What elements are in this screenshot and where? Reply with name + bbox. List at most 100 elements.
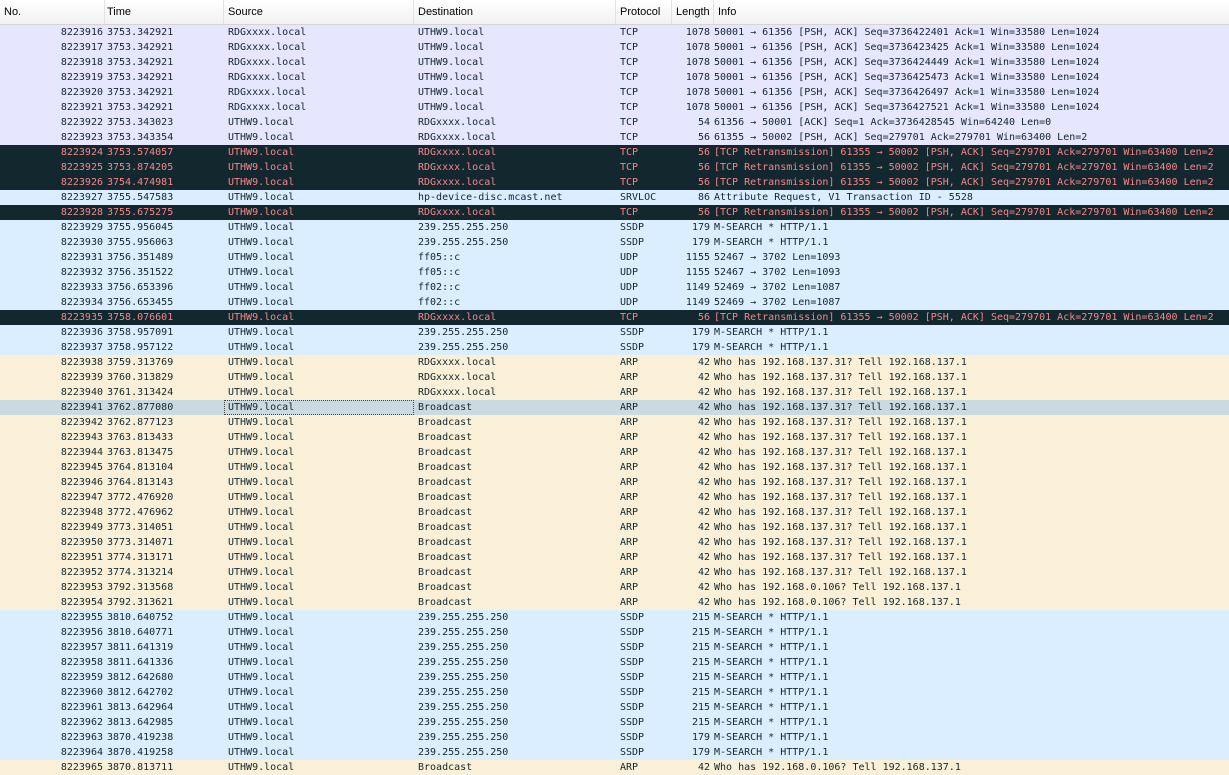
- packet-number: 8223964: [60, 747, 103, 758]
- packet-row[interactable]: 8223923 3753.343354 UTHW9.local RDGxxxx.loc…: [0, 130, 1229, 145]
- packet-row[interactable]: 8223958 3811.641336 UTHW9.local 239.255.255…: [0, 655, 1229, 670]
- packet-row[interactable]: 8223945 3764.813104 UTHW9.local Broadcast AR…: [0, 460, 1229, 475]
- packet-time: 3762.877123: [107, 417, 174, 428]
- packet-row[interactable]: 8223921 3753.342921 RDGxxxx.local UTHW9.loc…: [0, 100, 1229, 115]
- packet-row[interactable]: 8223959 3812.642680 UTHW9.local 239.255.255…: [0, 670, 1229, 685]
- packet-row[interactable]: 8223948 3772.476962 UTHW9.local Broadcast AR…: [0, 505, 1229, 520]
- packet-length: 1155: [685, 267, 710, 278]
- packet-info: Who has 192.168.137.31? Tell 192.168.137…: [714, 567, 967, 578]
- packet-info: Who has 192.168.137.31? Tell 192.168.137…: [714, 477, 967, 488]
- packet-row[interactable]: 8223950 3773.314071 UTHW9.local Broadcast AR…: [0, 535, 1229, 550]
- packet-row[interactable]: 8223964 3870.419258 UTHW9.local 239.255.255…: [0, 745, 1229, 760]
- packet-row-selected[interactable]: 8223941 3762.877080 UTHW9.local Broadcast AR…: [0, 400, 1229, 415]
- packet-source: UTHW9.local: [228, 687, 295, 698]
- packet-protocol: ARP: [620, 477, 639, 488]
- packet-number: 8223948: [60, 507, 103, 518]
- packet-row[interactable]: 8223936 3758.957091 UTHW9.local 239.255.255…: [0, 325, 1229, 340]
- packet-length: 42: [697, 507, 710, 518]
- packet-destination: 239.255.255.250: [418, 612, 509, 623]
- packet-row[interactable]: 8223916 3753.342921 RDGxxxx.local UTHW9.loc…: [0, 25, 1229, 40]
- packet-list[interactable]: No. Time Source Destination Protocol Len…: [0, 0, 1229, 775]
- packet-row[interactable]: 8223963 3870.419238 UTHW9.local 239.255.255…: [0, 730, 1229, 745]
- packet-length: 1078: [685, 87, 710, 98]
- packet-source: UTHW9.local: [228, 762, 295, 773]
- packet-number: 8223929: [60, 222, 103, 233]
- packet-row[interactable]: 8223918 3753.342921 RDGxxxx.local UTHW9.loc…: [0, 55, 1229, 70]
- packet-row[interactable]: 8223961 3813.642964 UTHW9.local 239.255.255…: [0, 700, 1229, 715]
- packet-row[interactable]: 8223922 3753.343023 UTHW9.local RDGxxxx.loc…: [0, 115, 1229, 130]
- packet-row[interactable]: 8223920 3753.342921 RDGxxxx.local UTHW9.loc…: [0, 85, 1229, 100]
- column-header-protocol[interactable]: Protocol: [616, 0, 672, 24]
- packet-length: 42: [697, 432, 710, 443]
- packet-row[interactable]: 8223956 3810.640771 UTHW9.local 239.255.255…: [0, 625, 1229, 640]
- packet-source: RDGxxxx.local: [228, 57, 307, 68]
- packet-row[interactable]: 8223929 3755.956045 UTHW9.local 239.255.255…: [0, 220, 1229, 235]
- packet-row[interactable]: 8223930 3755.956063 UTHW9.local 239.255.255…: [0, 235, 1229, 250]
- packet-row[interactable]: 8223949 3773.314051 UTHW9.local Broadcast AR…: [0, 520, 1229, 535]
- column-header-no[interactable]: No.: [0, 0, 105, 24]
- packet-length: 56: [697, 162, 710, 173]
- column-header-source[interactable]: Source: [224, 0, 414, 24]
- packet-number: 8223921: [60, 102, 103, 113]
- packet-row[interactable]: 8223926 3754.474981 UTHW9.local RDGxxxx.loc…: [0, 175, 1229, 190]
- packet-row[interactable]: 8223957 3811.641319 UTHW9.local 239.255.255…: [0, 640, 1229, 655]
- packet-row[interactable]: 8223944 3763.813475 UTHW9.local Broadcast AR…: [0, 445, 1229, 460]
- packet-destination: Broadcast: [418, 432, 473, 443]
- packet-row[interactable]: 8223946 3764.813143 UTHW9.local Broadcast AR…: [0, 475, 1229, 490]
- packet-time: 3763.813433: [107, 432, 174, 443]
- packet-length: 56: [697, 132, 710, 143]
- packet-source: UTHW9.local: [228, 177, 295, 188]
- packet-row[interactable]: 8223955 3810.640752 UTHW9.local 239.255.255…: [0, 610, 1229, 625]
- packet-row[interactable]: 8223933 3756.653396 UTHW9.local ff02::c UDP 1…: [0, 280, 1229, 295]
- packet-row[interactable]: 8223934 3756.653455 UTHW9.local ff02::c UDP 1…: [0, 295, 1229, 310]
- packet-row[interactable]: 8223939 3760.313829 UTHW9.local RDGxxxx.loc…: [0, 370, 1229, 385]
- packet-row[interactable]: 8223942 3762.877123 UTHW9.local Broadcast AR…: [0, 415, 1229, 430]
- packet-row[interactable]: 8223960 3812.642702 UTHW9.local 239.255.255…: [0, 685, 1229, 700]
- packet-row[interactable]: 8223954 3792.313621 UTHW9.local Broadcast AR…: [0, 595, 1229, 610]
- column-header-info[interactable]: Info: [714, 0, 1229, 24]
- packet-destination: RDGxxxx.local: [418, 177, 497, 188]
- packet-number: 8223916: [60, 27, 103, 38]
- packet-protocol: ARP: [620, 432, 639, 443]
- packet-row[interactable]: 8223965 3870.813711 UTHW9.local Broadcast AR…: [0, 760, 1229, 775]
- packet-row[interactable]: 8223925 3753.874205 UTHW9.local RDGxxxx.loc…: [0, 160, 1229, 175]
- packet-info: 52469 → 3702 Len=1087: [714, 297, 841, 308]
- packet-row[interactable]: 8223932 3756.351522 UTHW9.local ff05::c UDP 1…: [0, 265, 1229, 280]
- packet-source: RDGxxxx.local: [228, 72, 307, 83]
- packet-number: 8223963: [60, 732, 103, 743]
- packet-row[interactable]: 8223917 3753.342921 RDGxxxx.local UTHW9.loc…: [0, 40, 1229, 55]
- packet-row[interactable]: 8223940 3761.313424 UTHW9.local RDGxxxx.loc…: [0, 385, 1229, 400]
- packet-source: UTHW9.local: [228, 462, 295, 473]
- packet-row[interactable]: 8223931 3756.351489 UTHW9.local ff05::c UDP 1…: [0, 250, 1229, 265]
- packet-protocol: SSDP: [620, 237, 645, 248]
- packet-source: UTHW9.local: [228, 162, 295, 173]
- packet-row[interactable]: 8223937 3758.957122 UTHW9.local 239.255.255…: [0, 340, 1229, 355]
- packet-info: Who has 192.168.137.31? Tell 192.168.137…: [714, 552, 967, 563]
- packet-row[interactable]: 8223952 3774.313214 UTHW9.local Broadcast AR…: [0, 565, 1229, 580]
- packet-info: Who has 192.168.137.31? Tell 192.168.137…: [714, 432, 967, 443]
- packet-protocol: ARP: [620, 597, 639, 608]
- packet-row[interactable]: 8223924 3753.574057 UTHW9.local RDGxxxx.loc…: [0, 145, 1229, 160]
- packet-row[interactable]: 8223935 3758.076601 UTHW9.local RDGxxxx.loc…: [0, 310, 1229, 325]
- packet-protocol: TCP: [620, 132, 639, 143]
- column-header-destination[interactable]: Destination: [414, 0, 616, 24]
- packet-row[interactable]: 8223938 3759.313769 UTHW9.local RDGxxxx.loc…: [0, 355, 1229, 370]
- packet-row[interactable]: 8223919 3753.342921 RDGxxxx.local UTHW9.loc…: [0, 70, 1229, 85]
- packet-row[interactable]: 8223947 3772.476920 UTHW9.local Broadcast AR…: [0, 490, 1229, 505]
- column-header-time[interactable]: Time: [105, 0, 224, 24]
- packet-length: 215: [691, 717, 710, 728]
- packet-row[interactable]: 8223953 3792.313568 UTHW9.local Broadcast AR…: [0, 580, 1229, 595]
- packet-info: [TCP Retransmission] 61355 → 50002 [PSH,…: [714, 207, 1214, 218]
- packet-row[interactable]: 8223962 3813.642985 UTHW9.local 239.255.255…: [0, 715, 1229, 730]
- packet-time: 3763.813475: [107, 447, 174, 458]
- packet-row[interactable]: 8223927 3755.547583 UTHW9.local hp-device-d…: [0, 190, 1229, 205]
- packet-row[interactable]: 8223943 3763.813433 UTHW9.local Broadcast AR…: [0, 430, 1229, 445]
- packet-info: M-SEARCH * HTTP/1.1: [714, 747, 829, 758]
- packet-protocol: ARP: [620, 357, 639, 368]
- packet-row[interactable]: 8223951 3774.313171 UTHW9.local Broadcast AR…: [0, 550, 1229, 565]
- column-header-length[interactable]: Length: [672, 0, 714, 24]
- packet-time: 3759.313769: [107, 357, 174, 368]
- packet-destination: Broadcast: [418, 597, 473, 608]
- packet-time: 3753.874205: [107, 162, 174, 173]
- packet-row[interactable]: 8223928 3755.675275 UTHW9.local RDGxxxx.loc…: [0, 205, 1229, 220]
